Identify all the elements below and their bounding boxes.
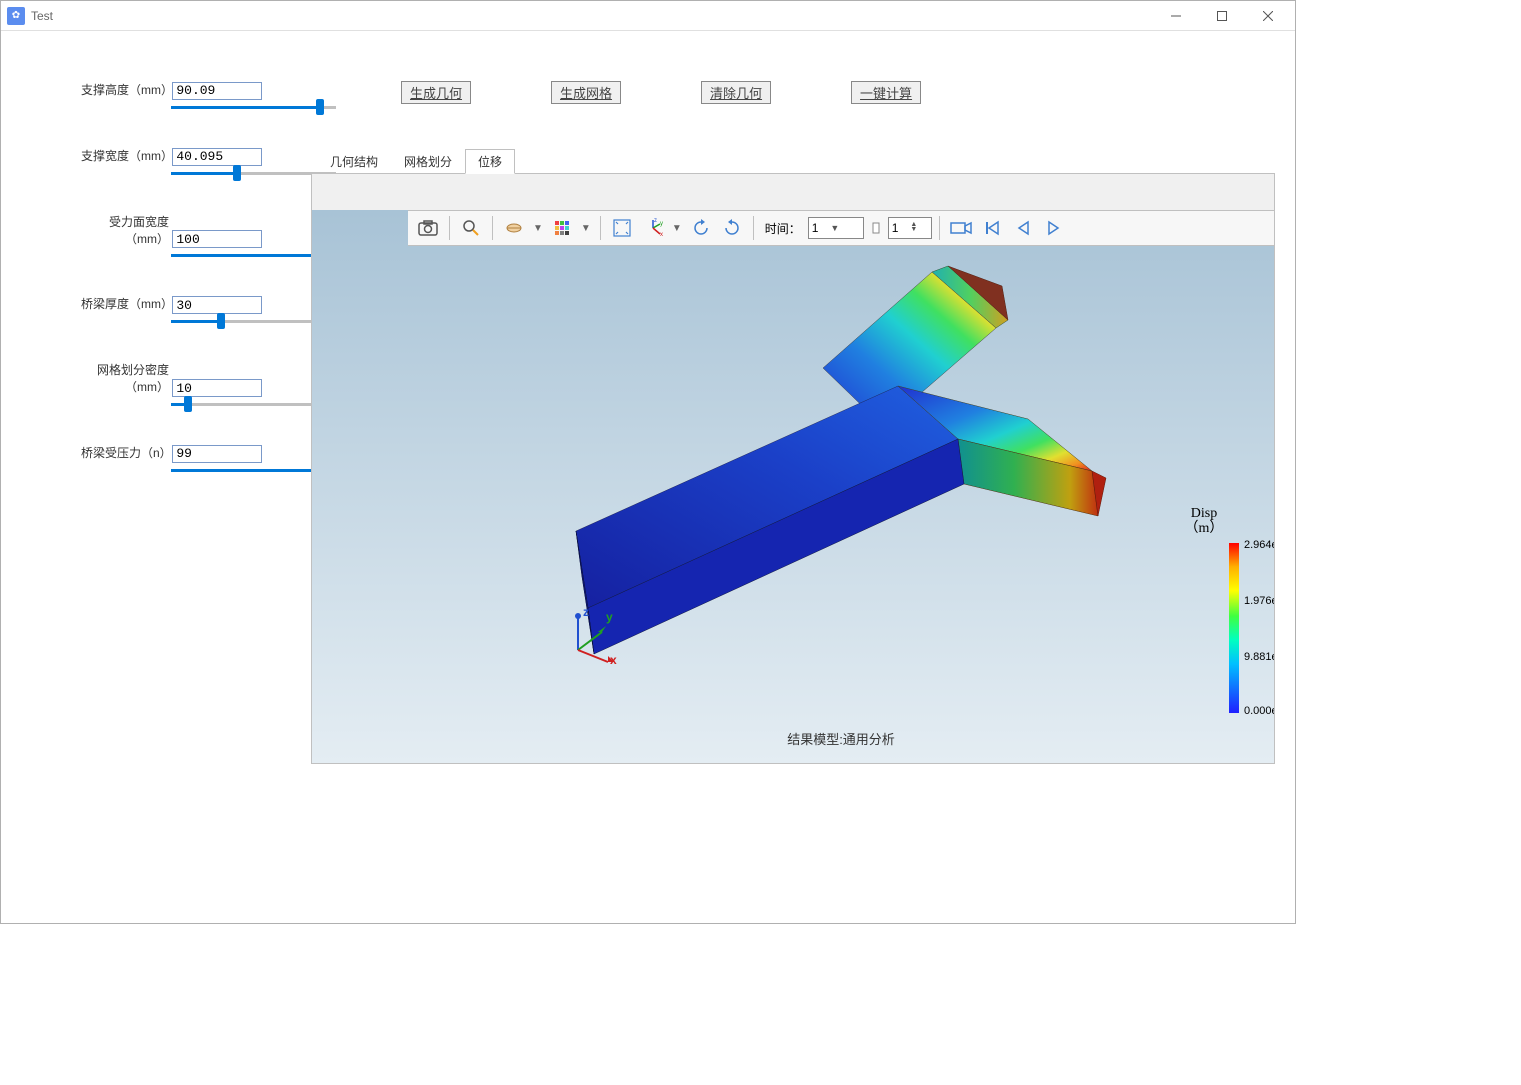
param-input[interactable] — [172, 230, 262, 248]
color-dropdown[interactable]: ▼ — [579, 223, 593, 234]
viewport-header — [312, 174, 1274, 210]
param-label: 桥梁厚度（mm） — [81, 295, 169, 312]
clip-dropdown[interactable]: ▼ — [531, 223, 545, 234]
tab-displacement[interactable]: 位移 — [465, 149, 515, 174]
step-combo[interactable]: 1▲▼ — [888, 217, 932, 239]
parameter-panel: 支撑高度（mm） 支撑宽度（mm） 受力面宽度（mm） 桥梁厚度（mm） 网格划… — [11, 81, 281, 913]
param-row: 受力面宽度（mm） — [81, 213, 276, 259]
scrub-handle-icon[interactable] — [867, 214, 885, 242]
legend-tick: 0.000e+00 — [1244, 705, 1275, 717]
axes-dropdown[interactable]: ▼ — [670, 223, 684, 234]
legend-tick: 2.964e-06 — [1244, 539, 1275, 551]
y-axis-label: y — [606, 610, 613, 624]
clip-plane-icon[interactable] — [500, 214, 528, 242]
window-title: Test — [31, 9, 1153, 23]
param-label: 支撑高度（mm） — [81, 81, 169, 98]
param-label: 受力面宽度（mm） — [81, 213, 169, 247]
param-row: 桥梁厚度（mm） — [81, 295, 276, 324]
viewport-toolbar: ▼ ▼ zyx ▼ 时间： 1▼ 1▲▼ — [408, 210, 1274, 246]
time-label: 时间： — [765, 220, 801, 237]
param-label: 桥梁受压力（n） — [81, 444, 169, 461]
titlebar: ✿ Test — [1, 1, 1295, 31]
param-row: 支撑宽度（mm） — [81, 147, 276, 176]
param-input[interactable] — [172, 379, 262, 397]
param-input[interactable] — [172, 82, 262, 100]
param-row: 网格划分密度（mm） — [81, 361, 276, 407]
param-input[interactable] — [172, 296, 262, 314]
param-slider[interactable] — [171, 104, 336, 110]
maximize-button[interactable] — [1199, 2, 1245, 30]
legend-tick: 9.881e-07 — [1244, 651, 1275, 663]
legend-colorbar: 2.964e-06 1.976e-06 9.881e-07 0.000e+00 — [1229, 543, 1239, 713]
render-canvas[interactable]: z y x Disp（m） 2.964e-06 1.976e-06 9.881e… — [408, 246, 1274, 763]
param-input[interactable] — [172, 148, 262, 166]
x-axis-label: x — [610, 653, 617, 667]
screenshot-icon[interactable] — [414, 214, 442, 242]
app-icon: ✿ — [7, 7, 25, 25]
model-caption: 结果模型:通用分析 — [787, 729, 895, 748]
one-click-compute-button[interactable]: 一键计算 — [851, 81, 921, 104]
viewport-3d[interactable]: ▼ ▼ zyx ▼ 时间： 1▼ 1▲▼ — [311, 174, 1275, 764]
rotate-ccw-icon[interactable] — [687, 214, 715, 242]
param-input[interactable] — [172, 445, 262, 463]
color-cube-icon[interactable] — [548, 214, 576, 242]
color-legend: Disp（m） 2.964e-06 1.976e-06 9.881e-07 0.… — [1154, 506, 1254, 713]
svg-text:y: y — [660, 221, 663, 227]
skip-start-icon[interactable] — [978, 214, 1006, 242]
axes-view-icon[interactable]: zyx — [639, 214, 667, 242]
legend-tick: 1.976e-06 — [1244, 595, 1275, 607]
fit-view-icon[interactable] — [608, 214, 636, 242]
close-button[interactable] — [1245, 2, 1291, 30]
zoom-icon[interactable] — [457, 214, 485, 242]
tab-bar: 几何结构 网格划分 位移 — [311, 149, 1275, 174]
param-row: 支撑高度（mm） — [81, 81, 276, 110]
generate-geometry-button[interactable]: 生成几何 — [401, 81, 471, 104]
time-combo[interactable]: 1▼ — [808, 217, 864, 239]
param-row: 桥梁受压力（n） — [81, 444, 276, 473]
app-window: ✿ Test 支撑高度（mm） 支撑宽度（mm） 受力面宽度（mm） 桥梁厚度（… — [0, 0, 1296, 924]
play-icon[interactable] — [1040, 214, 1068, 242]
video-icon[interactable] — [947, 214, 975, 242]
content-area: 支撑高度（mm） 支撑宽度（mm） 受力面宽度（mm） 桥梁厚度（mm） 网格划… — [1, 31, 1295, 923]
step-back-icon[interactable] — [1009, 214, 1037, 242]
clear-geometry-button[interactable]: 清除几何 — [701, 81, 771, 104]
z-axis-label: z — [583, 605, 589, 619]
action-bar: 生成几何 生成网格 清除几何 一键计算 — [311, 81, 1275, 104]
param-label: 支撑宽度（mm） — [81, 147, 169, 164]
minimize-button[interactable] — [1153, 2, 1199, 30]
tab-mesh[interactable]: 网格划分 — [391, 149, 465, 174]
main-area: 生成几何 生成网格 清除几何 一键计算 几何结构 网格划分 位移 ▼ — [281, 81, 1285, 913]
legend-title: Disp（m） — [1154, 506, 1254, 537]
svg-text:z: z — [654, 218, 657, 224]
generate-mesh-button[interactable]: 生成网格 — [551, 81, 621, 104]
param-label: 网格划分密度（mm） — [81, 361, 169, 395]
svg-text:x: x — [660, 232, 663, 238]
rotate-cw-icon[interactable] — [718, 214, 746, 242]
axis-triad: z y x — [558, 610, 628, 673]
